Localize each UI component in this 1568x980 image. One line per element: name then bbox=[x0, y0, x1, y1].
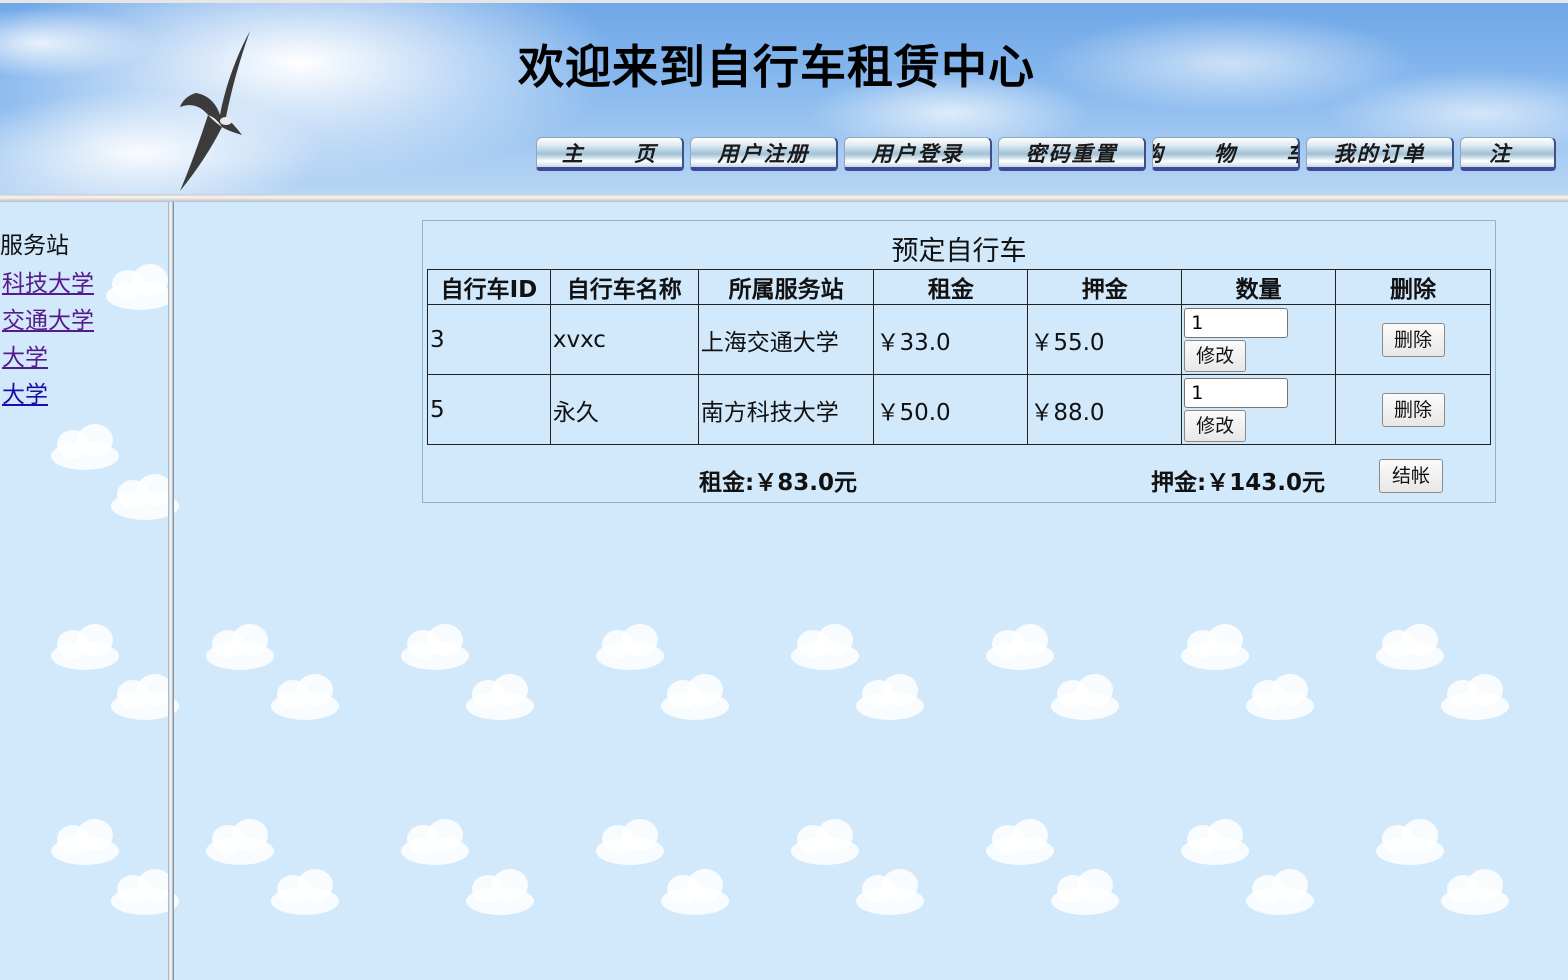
nav-home-button[interactable]: 主 页 bbox=[536, 137, 684, 171]
sidebar-link-station-4[interactable]: 大学 bbox=[2, 375, 48, 409]
modify-button[interactable]: 修改 bbox=[1184, 409, 1247, 442]
sidebar-link-station-3[interactable]: 大学 bbox=[2, 338, 48, 372]
deposit-cell: ￥88.0 bbox=[1027, 374, 1183, 445]
quantity-input[interactable] bbox=[1184, 377, 1289, 408]
delete-cell: 删除 bbox=[1335, 374, 1491, 445]
table-header-row: 自行车ID 自行车名称 所属服务站 租金 押金 数量 删除 bbox=[427, 269, 1491, 305]
table-row: 3 xvxc 上海交通大学 ￥33.0 ￥55.0 修改 删除 bbox=[427, 304, 1491, 375]
header-separator bbox=[0, 194, 1568, 202]
nav-cart-button[interactable]: 购 物 车 bbox=[1152, 137, 1300, 171]
nav-logout-button[interactable]: 注 bbox=[1460, 137, 1556, 171]
cart-totals: 租金:￥83.0元 押金:￥143.0元 结帐 bbox=[423, 459, 1495, 496]
bike-id-cell: 3 bbox=[427, 304, 551, 375]
column-header: 所属服务站 bbox=[697, 269, 875, 305]
quantity-cell: 修改 bbox=[1181, 374, 1337, 445]
main-nav: 主 页 用户注册 用户登录 密码重置 购 物 车 我的订单 注 bbox=[536, 137, 1556, 173]
quantity-cell: 修改 bbox=[1181, 304, 1337, 375]
station-cell: 上海交通大学 bbox=[697, 304, 875, 375]
frame-divider[interactable] bbox=[168, 202, 174, 980]
column-header: 删除 bbox=[1335, 269, 1491, 305]
site-title: 欢迎来到自行车租赁中心 bbox=[518, 40, 1035, 94]
cart-caption: 预定自行车 bbox=[891, 236, 1027, 267]
sidebar-link-station-2[interactable]: 交通大学 bbox=[2, 301, 94, 335]
bike-name-cell: xvxc bbox=[549, 304, 699, 375]
bike-name-cell: 永久 bbox=[549, 374, 699, 445]
station-cell: 南方科技大学 bbox=[697, 374, 875, 445]
deposit-cell: ￥55.0 bbox=[1027, 304, 1183, 375]
nav-login-button[interactable]: 用户登录 bbox=[844, 137, 992, 171]
total-deposit: 押金:￥143.0元 bbox=[1151, 470, 1325, 496]
column-header: 租金 bbox=[873, 269, 1029, 305]
column-header: 自行车名称 bbox=[549, 269, 699, 305]
sidebar-link-station-1[interactable]: 科技大学 bbox=[2, 264, 94, 298]
delete-cell: 删除 bbox=[1335, 304, 1491, 375]
nav-my-orders-button[interactable]: 我的订单 bbox=[1306, 137, 1454, 171]
table-row: 5 永久 南方科技大学 ￥50.0 ￥88.0 修改 删除 bbox=[427, 374, 1491, 445]
delete-button[interactable]: 删除 bbox=[1381, 322, 1445, 357]
cart-panel: 预定自行车 自行车ID 自行车名称 所属服务站 租金 押金 数量 删除 3 xv… bbox=[422, 220, 1496, 503]
column-header: 押金 bbox=[1027, 269, 1183, 305]
seagull-icon bbox=[180, 31, 250, 191]
station-sidebar: 服务站 科技大学 交通大学 大学 大学 bbox=[0, 202, 168, 980]
column-header: 自行车ID bbox=[427, 269, 551, 305]
modify-button[interactable]: 修改 bbox=[1184, 339, 1247, 372]
delete-button[interactable]: 删除 bbox=[1381, 392, 1445, 427]
nav-reset-password-button[interactable]: 密码重置 bbox=[998, 137, 1146, 171]
total-rent: 租金:￥83.0元 bbox=[699, 470, 857, 496]
column-header: 数量 bbox=[1181, 269, 1337, 305]
sidebar-heading: 服务站 bbox=[0, 233, 69, 259]
header-banner: 欢迎来到自行车租赁中心 主 页 用户注册 用户登录 密码重置 购 物 车 我的订… bbox=[0, 0, 1568, 194]
nav-register-button[interactable]: 用户注册 bbox=[690, 137, 838, 171]
cart-table: 自行车ID 自行车名称 所属服务站 租金 押金 数量 删除 3 xvxc 上海交… bbox=[427, 269, 1491, 445]
rent-cell: ￥33.0 bbox=[873, 304, 1029, 375]
checkout-button[interactable]: 结帐 bbox=[1379, 459, 1443, 493]
quantity-input[interactable] bbox=[1184, 307, 1289, 338]
bike-id-cell: 5 bbox=[427, 374, 551, 445]
rent-cell: ￥50.0 bbox=[873, 374, 1029, 445]
